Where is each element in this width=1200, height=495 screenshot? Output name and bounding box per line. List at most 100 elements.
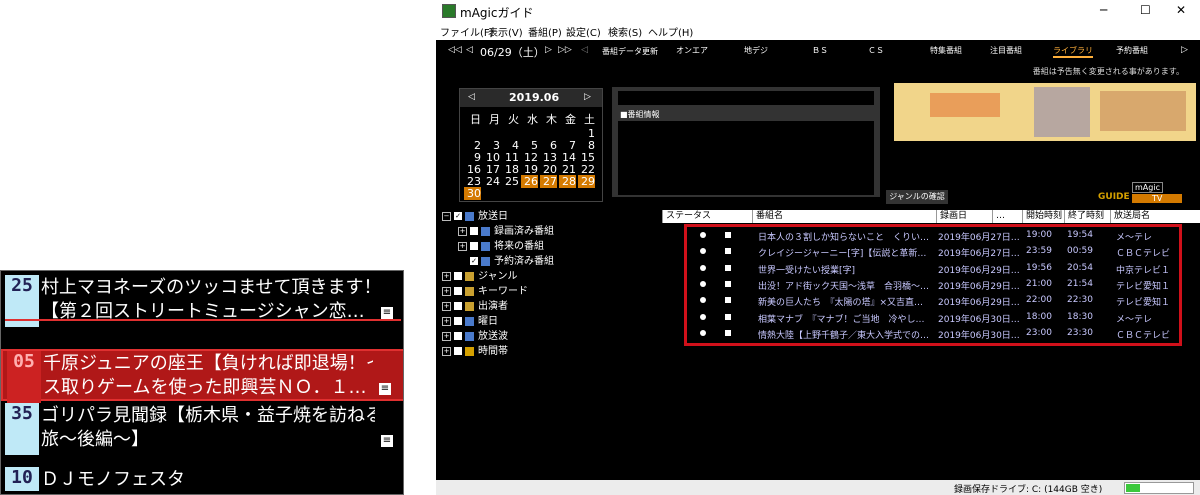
document-icon[interactable]: ≡ <box>379 383 391 395</box>
zoomed-program-list: 25 村上マヨネーズのツッコませて頂きます！ 【第２回ストリートミュージシャン恋… ≡… <box>0 270 404 495</box>
tab-4[interactable]: ＣＳ <box>868 45 884 56</box>
document-icon[interactable] <box>725 297 731 304</box>
close-button[interactable]: ✕ <box>1176 3 1186 17</box>
scroll-left-button[interactable]: ◁ <box>581 45 588 55</box>
column-header[interactable]: 開始時刻 <box>1022 210 1064 223</box>
menu-item[interactable]: 検索(S) <box>608 24 642 39</box>
expand-toggle-icon[interactable]: + <box>442 346 451 356</box>
tree-node[interactable]: + 曜日 <box>442 315 498 329</box>
tree-node[interactable]: + 将来の番組 <box>458 240 544 254</box>
tree-checkbox[interactable] <box>454 332 462 340</box>
document-icon[interactable] <box>725 264 731 271</box>
tree-checkbox[interactable]: ✓ <box>470 257 478 265</box>
expand-toggle-icon[interactable]: + <box>442 301 451 311</box>
expand-toggle-icon[interactable]: + <box>442 271 451 281</box>
tree-checkbox[interactable] <box>454 317 462 325</box>
zoom-row[interactable]: 35 ゴリパラ見聞録【栃木県・益子焼を訪ねる 旅～後編～】 ≡ <box>1 403 403 455</box>
tab-3[interactable]: ＢＳ <box>812 45 828 56</box>
table-row[interactable]: 世界一受けたい授業[字] 2019年06月29日… 19:56 20:54 中京テレビ１ <box>662 261 1200 277</box>
menu-bar: ファイル(F) 表示(V) 番組(P) 設定(C) 検索(S) ヘルプ(H) <box>436 22 1200 41</box>
tree-checkbox[interactable] <box>454 287 462 295</box>
document-icon[interactable] <box>725 280 731 287</box>
tree-node[interactable]: + 時間帯 <box>442 345 508 359</box>
calendar-day[interactable]: 30 <box>464 187 481 200</box>
zoom-row[interactable]: 10 ＤＪモノフェスタ <box>1 467 403 491</box>
tree-checkbox[interactable] <box>470 227 478 235</box>
tree-checkbox[interactable]: ✓ <box>454 212 462 220</box>
maximize-button[interactable]: ☐ <box>1140 3 1151 17</box>
table-row[interactable]: 日本人の３割しか知らないこと くりい… 2019年06月27日… 19:00 19:5… <box>662 228 1200 244</box>
minimize-button[interactable]: ─ <box>1100 3 1107 17</box>
table-row[interactable]: 新美の巨人たち 『太陽の塔』×又吉直… 2019年06月29日… 22:00 22:3… <box>662 293 1200 309</box>
status-clock-icon <box>700 264 706 271</box>
column-header[interactable]: 番組名 <box>752 210 936 223</box>
document-icon[interactable]: ≡ <box>381 307 393 319</box>
tab-5[interactable]: 特集番組 <box>930 45 962 56</box>
expand-toggle-icon[interactable]: + <box>442 286 451 296</box>
last-day-button[interactable]: ▷▷ <box>558 45 572 55</box>
table-row[interactable]: クレイジージャーニー[字]【伝説と革新… 2019年06月27日… 23:59 00:… <box>662 244 1200 260</box>
expand-toggle-icon[interactable]: + <box>442 316 451 326</box>
tab-1[interactable]: オンエア <box>676 45 708 56</box>
column-header[interactable]: 終了時刻 <box>1064 210 1110 223</box>
tree-checkbox[interactable] <box>454 347 462 355</box>
table-row[interactable]: 相葉マナブ 『マナブ！ご当地 冷やし… 2019年06月30日… 18:00 18:3… <box>662 310 1200 326</box>
column-header[interactable]: ステータス <box>662 210 752 223</box>
document-icon[interactable]: ≡ <box>381 435 393 447</box>
prev-day-button[interactable]: ◁ <box>466 45 473 55</box>
menu-item[interactable]: 表示(V) <box>488 24 523 39</box>
weekday-label: 火 <box>508 113 519 126</box>
calendar-day[interactable]: 24 <box>483 175 500 188</box>
expand-toggle-icon[interactable]: + <box>442 331 451 341</box>
tree-node[interactable]: + 放送波 <box>442 330 508 344</box>
menu-item[interactable]: 番組(P) <box>528 24 562 39</box>
tree-node[interactable]: + 出演者 <box>442 300 508 314</box>
tree-node[interactable]: + 録画済み番組 <box>458 225 554 239</box>
expand-toggle-icon[interactable]: + <box>458 226 467 236</box>
document-icon[interactable] <box>725 329 731 336</box>
tree-label: 放送波 <box>478 331 508 342</box>
column-header[interactable]: 録画日 <box>936 210 992 223</box>
menu-item[interactable]: 設定(C) <box>566 24 601 39</box>
scroll-right-button[interactable]: ▷ <box>1181 45 1188 55</box>
table-row[interactable]: 出没！アド街ック天国～浅草 合羽橋～… 2019年06月29日… 21:00 21:5… <box>662 277 1200 293</box>
tab-7[interactable]: ライブラリ <box>1053 45 1093 58</box>
zoom-title-line2: 旅～後編～】 <box>41 429 149 450</box>
calendar-day[interactable]: 25 <box>502 175 519 188</box>
expand-toggle-icon[interactable]: − <box>442 211 451 221</box>
zoom-row[interactable]: 05 千原ジュニアの座王【負ければ即退場！イ ス取りゲームを使った即興芸ＮＯ．１… ≡ <box>1 349 403 403</box>
tree-node[interactable]: + キーワード <box>442 285 528 299</box>
tab-2[interactable]: 地デジ <box>744 45 768 56</box>
advertisement-banner[interactable] <box>894 83 1196 141</box>
first-day-button[interactable]: ◁◁ <box>448 45 462 55</box>
update-data-button[interactable]: 番組データ更新 <box>602 46 658 57</box>
expand-toggle-icon[interactable]: + <box>458 241 467 251</box>
tree-node[interactable]: ✓ 予約済み番組 <box>458 255 554 269</box>
tree-checkbox[interactable] <box>470 242 478 250</box>
document-icon[interactable] <box>725 248 731 255</box>
program-info-box <box>618 121 874 195</box>
column-header[interactable]: 放送局名 <box>1110 210 1200 223</box>
calendar-day[interactable]: 27 <box>540 175 557 188</box>
tree-node[interactable]: − ✓ 放送日 <box>442 210 508 224</box>
cell-start: 19:56 <box>1026 262 1052 273</box>
calendar-prev-button[interactable]: ◁ <box>468 92 475 102</box>
calendar-next-button[interactable]: ▷ <box>584 92 591 102</box>
next-day-button[interactable]: ▷ <box>545 45 552 55</box>
document-icon[interactable] <box>725 232 731 238</box>
status-clock-icon <box>700 313 706 320</box>
calendar-day[interactable]: 28 <box>559 175 576 188</box>
calendar-day[interactable]: 29 <box>578 175 595 188</box>
document-icon[interactable] <box>725 313 731 320</box>
calendar-day[interactable]: 26 <box>521 175 538 188</box>
table-row[interactable]: 情熱大陸【上野千鶴子／東大入学式での… 2019年06月30日… 23:00 23:3… <box>662 326 1200 342</box>
menu-item[interactable]: ヘルプ(H) <box>648 24 693 39</box>
tree-node[interactable]: + ジャンル <box>442 270 518 284</box>
column-header[interactable]: … <box>992 210 1022 223</box>
genre-check-button[interactable]: ジャンルの確認 <box>886 190 948 204</box>
menu-item[interactable]: ファイル(F) <box>440 24 494 39</box>
tab-8[interactable]: 予約番組 <box>1116 45 1148 56</box>
tab-6[interactable]: 注目番組 <box>990 45 1022 56</box>
tree-checkbox[interactable] <box>454 272 462 280</box>
tree-checkbox[interactable] <box>454 302 462 310</box>
